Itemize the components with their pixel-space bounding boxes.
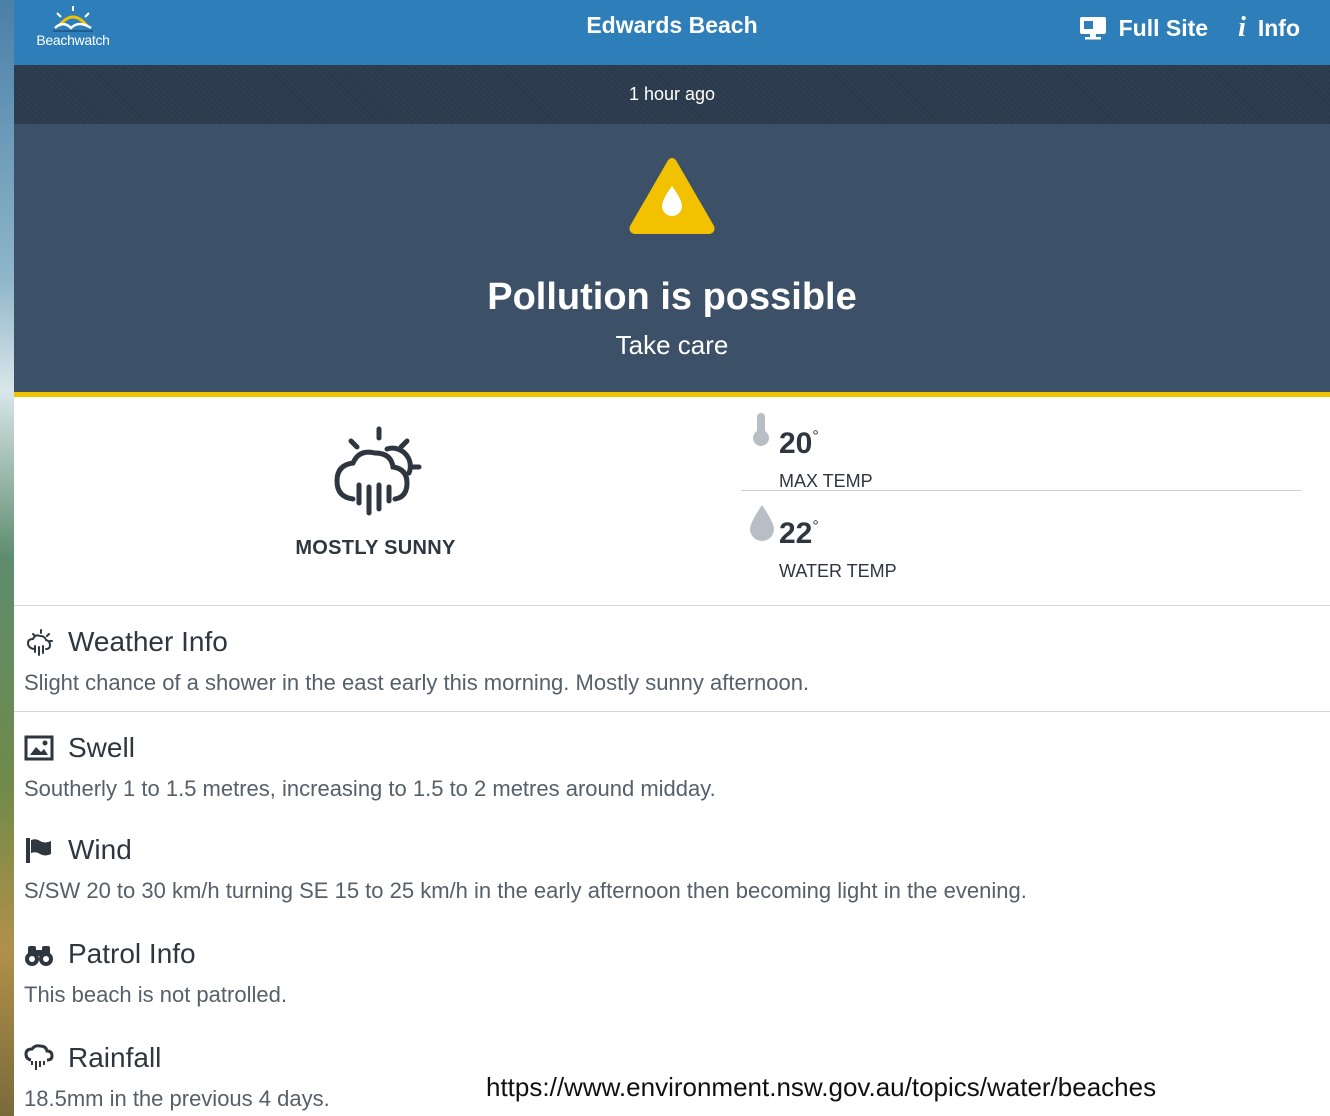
background-photo-edge — [0, 0, 14, 1116]
section-title: Weather Info — [68, 626, 228, 657]
info-label: Info — [1257, 14, 1300, 41]
thermometer-icon — [753, 413, 769, 446]
section-title: Patrol Info — [68, 938, 196, 969]
section-text: This beach is not patrolled. — [24, 982, 287, 1007]
water-temp-label: WATER TEMP — [779, 561, 897, 581]
flag-icon — [26, 838, 51, 863]
condition-block: MOSTLY SUNNY — [14, 397, 737, 605]
water-temp-row: 22° WATER TEMP — [741, 490, 1301, 583]
pollution-status-panel: Pollution is possible Take care — [14, 124, 1330, 397]
condition-label: MOSTLY SUNNY — [295, 537, 456, 559]
top-actions: Full Site i Info — [1079, 14, 1300, 42]
max-temp-row: 20° MAX TEMP — [741, 397, 1301, 491]
section-text: Slight chance of a shower in the east ea… — [24, 670, 810, 695]
weather-info-section: Weather Info Slight chance of a shower i… — [14, 606, 1330, 712]
section-text: S/SW 20 to 30 km/h turning SE 15 to 25 k… — [24, 878, 1027, 903]
rain-cloud-icon — [24, 1044, 54, 1070]
section-title: Rainfall — [68, 1042, 162, 1073]
status-title: Pollution is possible — [487, 276, 857, 318]
temperatures: 20° MAX TEMP 22° WATER TEMP — [741, 397, 1301, 583]
info-button[interactable]: i Info — [1238, 14, 1300, 42]
info-sections: Weather Info Slight chance of a shower i… — [14, 606, 1330, 1116]
full-site-button[interactable]: Full Site — [1079, 14, 1208, 42]
updated-time: 1 hour ago — [628, 84, 716, 104]
updated-bar: 1 hour ago — [14, 65, 1330, 124]
info-icon: i — [1238, 12, 1246, 43]
sun-cloud-rain-icon — [333, 426, 421, 516]
beach-app: Beachwatch Edwards Beach Full Site i Inf… — [14, 0, 1330, 1116]
source-url[interactable]: https://www.environment.nsw.gov.au/topic… — [486, 1072, 1156, 1103]
water-drop-icon — [750, 505, 774, 541]
patrol-info-section: Patrol Info This beach is not patrolled. — [14, 920, 1330, 1024]
max-temp-value: 20° — [779, 427, 819, 460]
weather-summary: MOSTLY SUNNY 20° MAX TEMP 22° WATER TEMP — [14, 397, 1330, 606]
section-text: Southerly 1 to 1.5 metres, increasing to… — [24, 776, 716, 801]
status-subtitle: Take care — [615, 330, 729, 360]
image-icon — [24, 735, 54, 761]
top-bar: Beachwatch Edwards Beach Full Site i Inf… — [14, 0, 1330, 65]
water-temp-value: 22° — [779, 517, 819, 550]
monitor-icon — [1079, 17, 1106, 40]
weather-icon — [26, 629, 53, 656]
water-drop-warning-icon — [629, 158, 715, 234]
binoculars-icon — [25, 946, 53, 966]
section-title: Wind — [68, 834, 132, 865]
swell-section: Swell Southerly 1 to 1.5 metres, increas… — [14, 712, 1330, 816]
max-temp-label: MAX TEMP — [779, 471, 873, 491]
full-site-label: Full Site — [1118, 14, 1209, 41]
section-title: Swell — [68, 732, 135, 763]
wind-section: Wind S/SW 20 to 30 km/h turning SE 15 to… — [14, 816, 1330, 920]
